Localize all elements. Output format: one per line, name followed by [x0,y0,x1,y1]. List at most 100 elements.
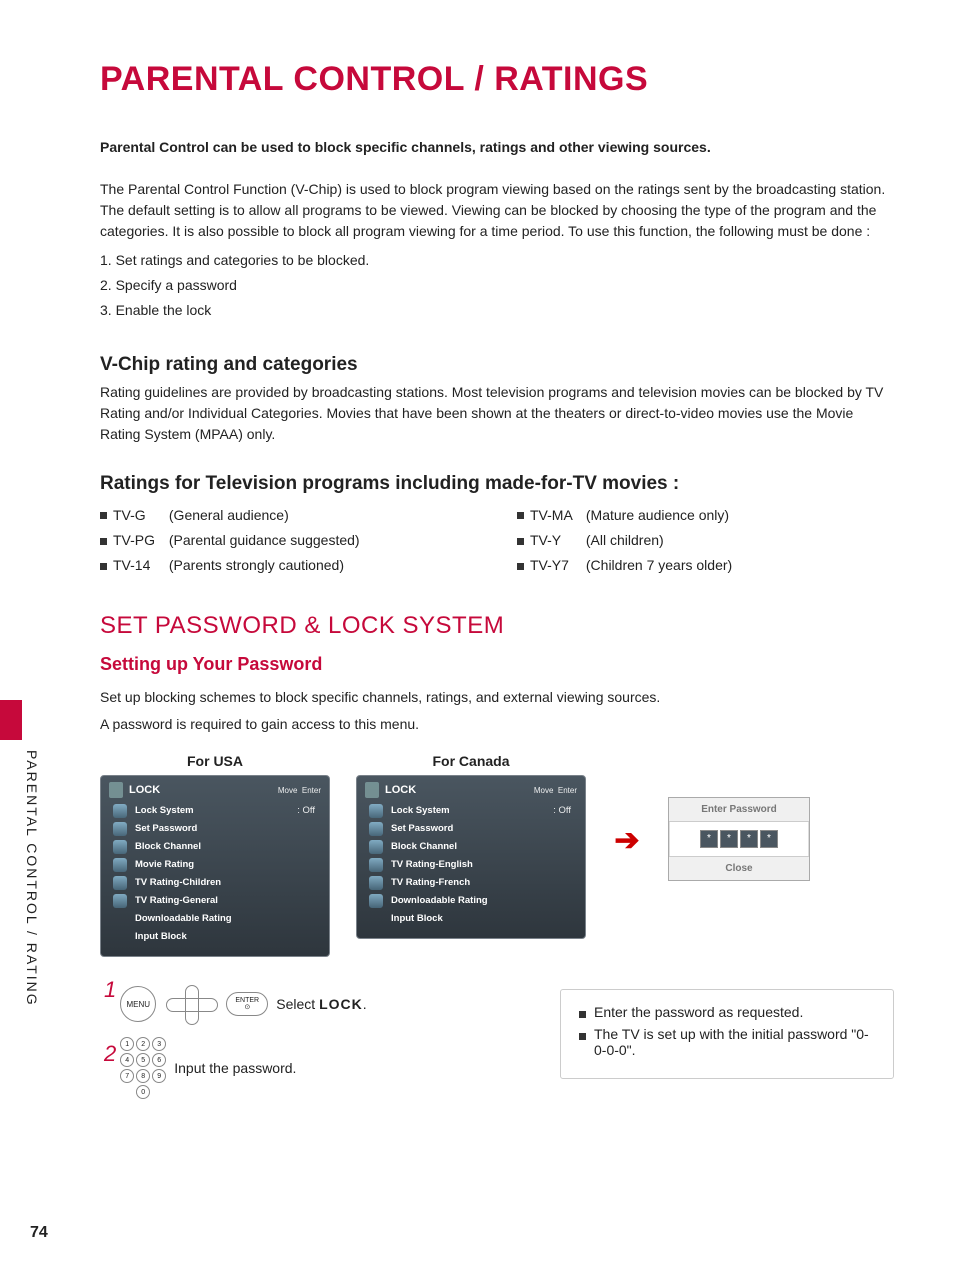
setup-password-body: Set up blocking schemes to block specifi… [100,687,894,708]
password-dialog-close: Close [669,856,809,880]
menu-item: Block Channel [135,838,321,856]
page-number: 74 [30,1224,48,1242]
menu-usa-panel: LOCK Move Enter [100,775,330,957]
side-section-label: PARENTAL CONTROL / RATING [24,750,40,1007]
ratings-columns: TV-G (General audience) TV-PG (Parental … [100,503,894,579]
step-number: 1 [104,977,116,1003]
menu-hints: Move Enter [534,786,577,795]
menu-hints: Move Enter [278,786,321,795]
menu-row-icon [113,876,127,890]
menu-item: TV Rating-French [391,874,577,892]
rating-item: TV-14 (Parents strongly cautioned) [100,553,477,578]
password-digit: * [740,830,758,848]
menu-item: TV Rating-Children [135,874,321,892]
intro-step: 3. Enable the lock [100,298,894,323]
bullet-icon [517,563,524,570]
menu-canada-panel: LOCK Move Enter [356,775,586,939]
password-digit: * [700,830,718,848]
menu-usa-block: For USA LOCK Move Enter [100,753,330,957]
ratings-left-list: TV-G (General audience) TV-PG (Parental … [100,503,477,579]
bullet-icon [100,563,107,570]
arrow-column: ➔ [612,753,642,858]
menu-item: Set Password [135,820,321,838]
menu-item: Downloadable Rating [135,910,321,928]
enter-password-dialog: Enter Password **** Close [668,797,810,881]
bullet-icon [517,538,524,545]
password-digit: * [720,830,738,848]
intro-step: 2. Specify a password [100,273,894,298]
step-2-text: Input the password. [174,1060,296,1076]
menu-title: LOCK [385,784,416,796]
notes-box: Enter the password as requested. The TV … [560,989,894,1079]
ratings-heading: Ratings for Television programs includin… [100,473,894,495]
bullet-icon [517,512,524,519]
password-dialog-title: Enter Password [669,798,809,822]
menu-icon-column [365,802,387,928]
intro-steps-list: 1. Set ratings and categories to be bloc… [100,248,894,324]
manual-page: PARENTAL CONTROL / RATING PARENTAL CONTR… [0,0,954,1272]
vchip-heading: V-Chip rating and categories [100,354,894,376]
note-item: Enter the password as requested. [579,1004,875,1020]
menu-canada-block: For Canada LOCK Move Enter [356,753,586,939]
rating-item: TV-Y7 (Children 7 years older) [517,553,894,578]
side-accent-bar [0,700,22,740]
bullet-icon [100,538,107,545]
set-password-heading: SET PASSWORD & LOCK SYSTEM [100,612,894,640]
bullet-icon [579,1033,586,1040]
note-item: The TV is set up with the initial passwo… [579,1026,875,1058]
menu-header: LOCK Move Enter [109,782,321,798]
bullet-icon [100,512,107,519]
menu-item: Movie Rating [135,856,321,874]
menu-row-icon [113,858,127,872]
step-1-text: Select LOCK. [276,996,366,1012]
procedure-steps: 1 MENU ENTER⊙ Select LOCK. 2 123 456 789… [100,985,520,1113]
lock-panel-icon [365,782,379,798]
menu-row-icon [369,858,383,872]
rating-item: TV-PG (Parental guidance suggested) [100,528,477,553]
menu-row-icon [369,804,383,818]
numpad-icon: 123 456 789 0 [120,1037,166,1099]
menu-row-icon [369,894,383,908]
menu-item: Downloadable Rating [391,892,577,910]
menu-items: Lock System: Off Set Password Block Chan… [387,802,577,928]
menu-items: Lock System: Off Set Password Block Chan… [131,802,321,946]
menu-row-icon [369,840,383,854]
password-stars: **** [669,822,809,856]
menu-row-icon [369,822,383,836]
menu-icon-column [109,802,131,946]
procedure-row: 1 MENU ENTER⊙ Select LOCK. 2 123 456 789… [100,985,894,1113]
lead-paragraph: Parental Control can be used to block sp… [100,139,894,155]
enter-button-icon: ENTER⊙ [226,992,268,1016]
menu-title: LOCK [129,784,160,796]
intro-step: 1. Set ratings and categories to be bloc… [100,248,894,273]
step-number: 2 [104,1041,116,1067]
menu-item: Input Block [391,910,577,928]
menu-row-icon [113,822,127,836]
menu-item: Lock System: Off [135,802,321,820]
bullet-icon [579,1011,586,1018]
setup-password-body-2: A password is required to gain access to… [100,714,894,735]
menu-item: Set Password [391,820,577,838]
menu-usa-caption: For USA [100,753,330,769]
menu-row-icon [113,840,127,854]
lock-panel-icon [109,782,123,798]
menu-item: TV Rating-English [391,856,577,874]
menu-item: Block Channel [391,838,577,856]
menu-row-icon [113,894,127,908]
setup-password-heading: Setting up Your Password [100,654,894,675]
menu-header: LOCK Move Enter [365,782,577,798]
dpad-icon [164,985,218,1023]
arrow-right-icon: ➔ [614,823,639,858]
intro-paragraph: The Parental Control Function (V-Chip) i… [100,179,894,242]
menu-canada-caption: For Canada [356,753,586,769]
menu-row-icon [369,876,383,890]
menu-button-icon: MENU [120,986,156,1022]
menu-screenshots-row: For USA LOCK Move Enter [100,753,894,957]
vchip-body: Rating guidelines are provided by broadc… [100,382,894,445]
menu-item: Input Block [135,928,321,946]
rating-item: TV-G (General audience) [100,503,477,528]
step-2: 2 123 456 789 0 Input the password. [100,1037,520,1099]
rating-item: TV-MA (Mature audience only) [517,503,894,528]
step-1: 1 MENU ENTER⊙ Select LOCK. [100,985,520,1023]
ratings-right-list: TV-MA (Mature audience only) TV-Y (All c… [517,503,894,579]
